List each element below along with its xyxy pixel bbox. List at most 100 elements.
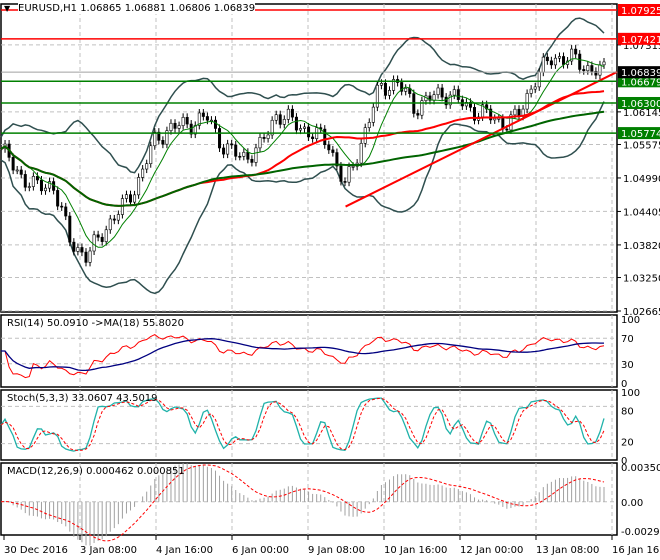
time-tick-label: 9 Jan 08:00	[308, 545, 365, 556]
candle	[64, 206, 68, 217]
candle	[100, 236, 104, 242]
candle	[266, 134, 270, 139]
candle	[307, 126, 311, 138]
candle	[230, 143, 234, 146]
candle	[367, 122, 371, 128]
candle	[39, 179, 43, 192]
candle	[205, 116, 209, 121]
candle	[303, 126, 307, 129]
candle	[379, 83, 383, 86]
candle	[112, 218, 116, 221]
candle	[222, 147, 226, 155]
candle	[351, 165, 355, 168]
candle	[124, 194, 128, 199]
stoch-label: Stoch(5,3,3) 33.0607 43.5019	[7, 393, 158, 404]
candle	[185, 117, 189, 125]
candle	[549, 60, 553, 66]
ma-medium	[0, 90, 605, 207]
candle	[383, 83, 387, 96]
time-tick-label: 10 Jan 16:00	[384, 545, 447, 556]
candle	[76, 247, 80, 252]
candle	[388, 90, 392, 96]
candle	[80, 247, 84, 253]
chart-title: EURUSD,H1 1.06865 1.06881 1.06806 1.0683…	[18, 3, 256, 14]
time-tick-label: 13 Jan 08:00	[536, 545, 599, 556]
candle	[19, 169, 23, 175]
candle	[586, 65, 590, 72]
rsi-tick-label: 30	[621, 360, 634, 371]
candle	[149, 145, 153, 164]
candle	[533, 86, 537, 90]
candle	[234, 144, 238, 157]
candle	[404, 87, 408, 92]
candle	[246, 151, 250, 160]
candle	[327, 144, 331, 151]
candle	[173, 122, 177, 129]
rsi-label: RSI(14) 50.0910 ->MA(18) 55.8020	[7, 318, 184, 329]
level-label: 1.05774	[621, 129, 660, 140]
candle	[493, 118, 497, 121]
current-price-label: 1.06839	[621, 68, 660, 79]
candle	[582, 69, 586, 72]
chart-window: 1.073151.061451.055751.049901.044051.038…	[0, 0, 660, 560]
time-tick-label: 30 Dec 2016	[4, 545, 68, 556]
candle	[590, 65, 594, 72]
stoch-tick-label: 80	[621, 406, 634, 417]
candle	[513, 108, 517, 116]
price-tick-label: 1.03820	[623, 241, 660, 252]
candle	[108, 218, 112, 231]
candle	[602, 61, 606, 66]
time-tick-label: 6 Jan 00:00	[232, 545, 289, 556]
candle	[525, 93, 529, 110]
candle	[44, 187, 48, 192]
candle	[226, 143, 230, 155]
candle	[553, 57, 557, 66]
candle	[436, 87, 440, 96]
candle	[129, 194, 133, 203]
candle	[339, 165, 343, 182]
rsi-tick-label: 100	[621, 315, 640, 326]
candle	[363, 127, 367, 144]
stoch-tick-label: 100	[621, 388, 640, 399]
time-tick-label: 12 Jan 00:00	[460, 545, 523, 556]
candle	[11, 157, 15, 171]
candle	[371, 106, 375, 123]
candle	[311, 136, 315, 139]
candle	[133, 194, 137, 203]
candle	[343, 181, 347, 183]
candle	[294, 116, 298, 131]
candle	[282, 119, 286, 125]
time-tick-label: 16 Jan 16:00	[612, 545, 660, 556]
rsi-line	[1, 334, 605, 379]
candle	[505, 128, 509, 131]
candle	[286, 108, 290, 120]
macd-tick-label: 0.003502	[621, 463, 660, 474]
candle	[254, 147, 258, 163]
candle	[137, 177, 141, 196]
level-label: 1.06300	[621, 99, 660, 110]
candle	[116, 214, 120, 221]
candle	[557, 56, 561, 59]
candle	[290, 108, 294, 118]
candle	[278, 114, 282, 125]
candle	[31, 176, 35, 187]
price-tick-label: 1.04405	[623, 207, 660, 218]
candle	[529, 88, 533, 94]
candle	[177, 125, 181, 129]
candle	[541, 56, 545, 73]
collapse-arrow-icon[interactable]: ▼	[4, 4, 10, 13]
candle	[141, 168, 145, 178]
candle	[238, 155, 242, 158]
level-label: 1.07925	[621, 6, 660, 17]
candle	[35, 176, 39, 181]
candle	[72, 241, 76, 252]
time-tick-label: 4 Jan 16:00	[156, 545, 213, 556]
candle	[56, 190, 60, 207]
candle	[537, 71, 541, 88]
candle	[452, 89, 456, 96]
candle	[242, 151, 246, 157]
candle	[298, 128, 302, 131]
macd-tick-label: 0.00	[621, 498, 643, 509]
candle	[161, 140, 165, 145]
macd-label: MACD(12,26,9) 0.000462 0.000851	[7, 466, 185, 477]
